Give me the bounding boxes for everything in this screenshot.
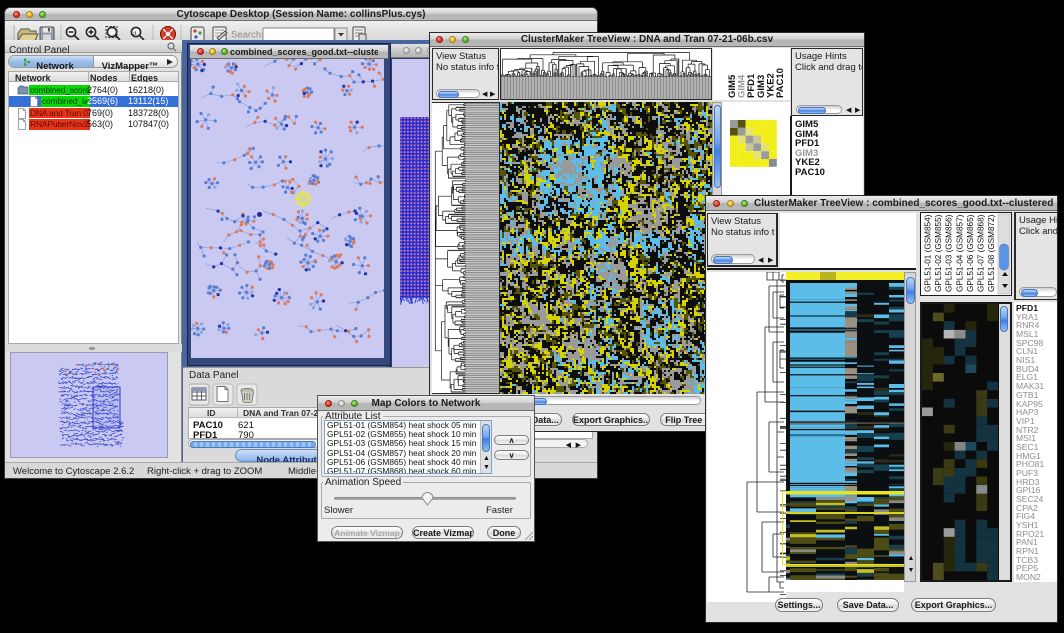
- svg-text:GPL51-08 (GSM872): GPL51-08 (GSM872): [987, 214, 996, 292]
- svg-text:GPL51-06 (GSM865): GPL51-06 (GSM865): [966, 214, 975, 292]
- svg-text:GPL51-04 (GSM857): GPL51-04 (GSM857): [955, 214, 964, 292]
- svg-text:GPL51-01 (GSM854): GPL51-01 (GSM854): [924, 214, 933, 292]
- svg-text:Search:: Search:: [231, 30, 264, 41]
- svg-text:PAC10: PAC10: [775, 68, 786, 98]
- svg-text:1:1: 1:1: [130, 31, 137, 36]
- svg-text:GPL51-03 (GSM856): GPL51-03 (GSM856): [945, 214, 954, 292]
- svg-text:GPL51-07 (GSM868): GPL51-07 (GSM868): [977, 214, 986, 292]
- svg-text:GPL51-02 (GSM855): GPL51-02 (GSM855): [934, 214, 943, 292]
